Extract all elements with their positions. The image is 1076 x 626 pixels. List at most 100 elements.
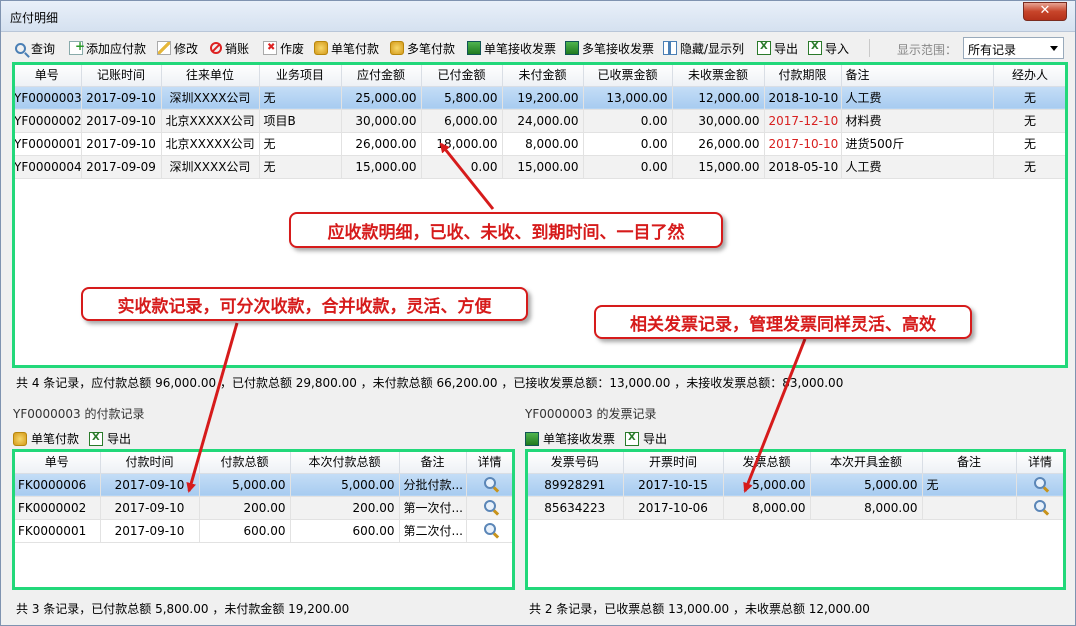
cell: 2017-09-09: [81, 155, 162, 179]
cell: 600.00: [199, 519, 291, 543]
col-header[interactable]: 备注: [399, 451, 467, 474]
query-button[interactable]: 查询: [15, 35, 55, 61]
cell: 0.00: [583, 155, 673, 179]
cell: 5,000.00: [810, 473, 923, 497]
magnifier-icon: [483, 523, 496, 535]
cell: FK0000006: [14, 473, 101, 497]
cell: 15,000.00: [341, 155, 422, 179]
col-header[interactable]: 业务项目: [259, 64, 342, 87]
table-row[interactable]: YF0000001 2017-09-10 北京XXXXX公司 无 26,000.…: [13, 132, 1067, 156]
cell: 18,000.00: [421, 132, 503, 156]
import-button[interactable]: 导入: [808, 35, 849, 61]
cell: 2017-10-06: [623, 496, 724, 520]
search-icon: [15, 42, 26, 54]
table-row[interactable]: YF0000004 2017-09-09 深圳XXXX公司 无 15,000.0…: [13, 155, 1067, 179]
cell: 无: [993, 86, 1067, 110]
window-title: 应付明细: [10, 11, 59, 25]
add-payable-button[interactable]: 添加应付款: [69, 35, 146, 61]
cell: 第二次付...: [399, 519, 467, 543]
col-header[interactable]: 付款时间: [100, 451, 200, 474]
close-button[interactable]: ✕: [1023, 2, 1067, 21]
single-payment-button[interactable]: 单笔付款: [314, 35, 379, 61]
invoices-header-row: 发票号码 开票时间 发票总额 本次开具金额 备注 详情: [527, 451, 1064, 474]
col-header[interactable]: 发票总额: [723, 451, 811, 474]
invoice-icon: [525, 431, 539, 446]
detail-button[interactable]: [466, 496, 513, 520]
write-off-label: 销账: [225, 41, 250, 56]
invoices-toolbar: 单笔接收发票 导出: [525, 430, 667, 447]
col-header[interactable]: 付款总额: [199, 451, 291, 474]
single-invoice-label: 单笔接收发票: [484, 41, 557, 56]
cell: 2017-09-10: [100, 496, 200, 520]
table-row[interactable]: FK0000002 2017-09-10 200.00 200.00 第一次付.…: [14, 496, 513, 520]
col-header[interactable]: 未收票金额: [672, 64, 765, 87]
col-header[interactable]: 已付金额: [421, 64, 503, 87]
col-header[interactable]: 本次开具金额: [810, 451, 923, 474]
cell: 第一次付...: [399, 496, 467, 520]
overdue-date-cell: 2017-10-10: [764, 132, 842, 156]
cell: 200.00: [199, 496, 291, 520]
coins-icon: [13, 431, 27, 446]
cell: 项目B: [259, 109, 342, 133]
col-header[interactable]: 未付金额: [502, 64, 584, 87]
payments-single-payment-button[interactable]: 单笔付款: [31, 430, 79, 447]
range-select[interactable]: 所有记录: [963, 37, 1064, 59]
detail-button[interactable]: [466, 473, 513, 497]
col-header[interactable]: 付款期限: [764, 64, 842, 87]
write-off-button[interactable]: 销账: [210, 35, 249, 61]
table-row[interactable]: FK0000006 2017-09-10 5,000.00 5,000.00 分…: [14, 473, 513, 497]
cell: 5,000.00: [199, 473, 291, 497]
magnifier-icon: [483, 500, 496, 512]
edit-button[interactable]: 修改: [157, 35, 198, 61]
cell: YF0000001: [13, 132, 82, 156]
col-header[interactable]: 经办人: [993, 64, 1067, 87]
main-callout: 应收款明细，已收、未收、到期时间、一目了然: [289, 212, 723, 248]
cell: 无: [993, 132, 1067, 156]
single-payment-label: 单笔付款: [331, 41, 380, 56]
col-header[interactable]: 开票时间: [623, 451, 724, 474]
title-bar[interactable]: 应付明细 ✕: [1, 1, 1075, 32]
invoices-single-invoice-button[interactable]: 单笔接收发票: [543, 430, 615, 447]
col-header[interactable]: 备注: [922, 451, 1017, 474]
detail-button[interactable]: [1016, 496, 1064, 520]
table-row[interactable]: FK0000001 2017-09-10 600.00 600.00 第二次付.…: [14, 519, 513, 543]
export-button[interactable]: 导出: [757, 35, 798, 61]
invoices-export-button[interactable]: 导出: [643, 430, 667, 447]
coins-icon: [314, 41, 328, 55]
col-header[interactable]: 记账时间: [81, 64, 162, 87]
col-header[interactable]: 本次付款总额: [290, 451, 400, 474]
table-row[interactable]: 85634223 2017-10-06 8,000.00 8,000.00: [527, 496, 1064, 520]
detail-button[interactable]: [466, 519, 513, 543]
cell: 89928291: [527, 473, 624, 497]
col-header[interactable]: 详情: [1016, 451, 1064, 474]
col-header[interactable]: 备注: [841, 64, 994, 87]
void-button[interactable]: 作废: [263, 35, 304, 61]
payments-header-row: 单号 付款时间 付款总额 本次付款总额 备注 详情: [14, 451, 513, 474]
payments-summary: 共 3 条记录，已付款总额 5,800.00 ，未付款金额 19,200.00: [16, 602, 350, 616]
multi-payment-button[interactable]: 多笔付款: [390, 35, 455, 61]
table-row[interactable]: 89928291 2017-10-15 5,000.00 5,000.00 无: [527, 473, 1064, 497]
cell: 分批付款...: [399, 473, 467, 497]
detail-button[interactable]: [1016, 473, 1064, 497]
cell: 12,000.00: [672, 86, 765, 110]
col-header[interactable]: 单号: [13, 64, 82, 87]
invoices-title: YF0000003 的发票记录: [525, 407, 657, 421]
cell: 8,000.00: [723, 496, 811, 520]
edit-label: 修改: [174, 41, 199, 56]
col-header[interactable]: 详情: [466, 451, 513, 474]
table-row[interactable]: YF0000002 2017-09-10 北京XXXXX公司 项目B 30,00…: [13, 109, 1067, 133]
toggle-columns-button[interactable]: 隐藏/显示列: [663, 35, 744, 61]
cell: 6,000.00: [421, 109, 503, 133]
table-row[interactable]: YF0000003 2017-09-10 深圳XXXX公司 无 25,000.0…: [13, 86, 1067, 110]
col-header[interactable]: 发票号码: [527, 451, 624, 474]
col-header[interactable]: 单号: [14, 451, 101, 474]
col-header[interactable]: 往来单位: [161, 64, 260, 87]
single-invoice-button[interactable]: 单笔接收发票: [467, 35, 556, 61]
cell: 5,000.00: [290, 473, 400, 497]
cell: 15,000.00: [502, 155, 584, 179]
col-header[interactable]: 已收票金额: [583, 64, 673, 87]
col-header[interactable]: 应付金额: [341, 64, 422, 87]
payments-export-button[interactable]: 导出: [107, 430, 131, 447]
multi-payment-label: 多笔付款: [407, 41, 456, 56]
multi-invoice-button[interactable]: 多笔接收发票: [565, 35, 654, 61]
